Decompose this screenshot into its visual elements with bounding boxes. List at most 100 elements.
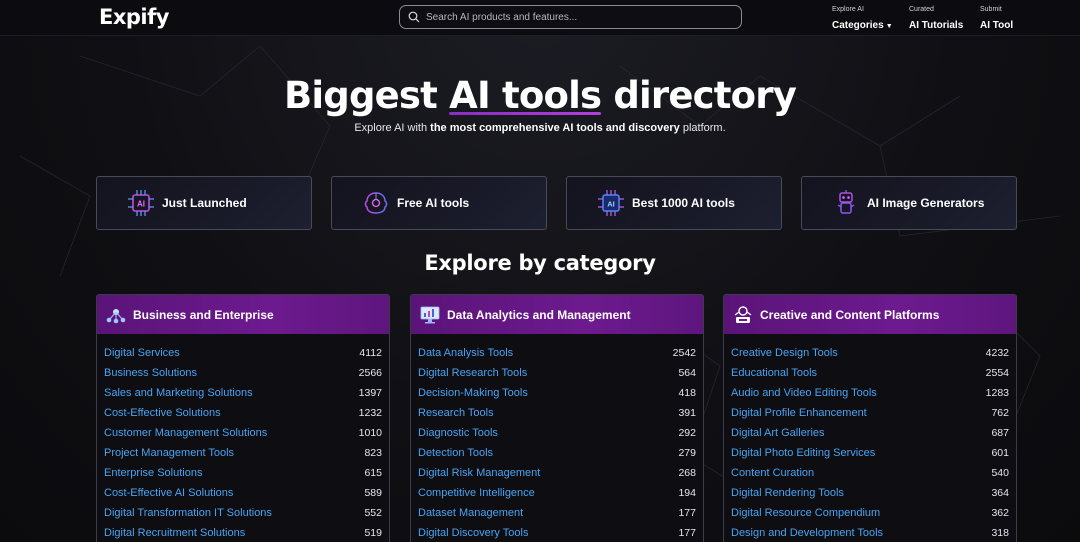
quick-link-label: Just Launched <box>162 196 247 210</box>
category-card-business: Business and Enterprise Digital Services… <box>96 294 390 542</box>
site-logo[interactable]: Expify <box>99 5 169 29</box>
ai-chip-icon: AI <box>125 187 157 219</box>
category-header[interactable]: Data Analytics and Management <box>411 295 703 334</box>
category-item-link[interactable]: Digital Resource Compendium <box>731 507 880 519</box>
nav-submit-label: AI Tool <box>980 20 1014 31</box>
category-item-row[interactable]: Creative Design Tools 4232 <box>731 343 1009 363</box>
quick-link-just-launched[interactable]: AI Just Launched <box>96 176 312 230</box>
category-item-row[interactable]: Digital Resource Compendium 362 <box>731 503 1009 523</box>
category-item-link[interactable]: Research Tools <box>418 407 494 419</box>
category-item-link[interactable]: Cost-Effective AI Solutions <box>104 487 233 499</box>
category-item-row[interactable]: Digital Art Galleries 687 <box>731 423 1009 443</box>
category-item-row[interactable]: Digital Rendering Tools 364 <box>731 483 1009 503</box>
category-item-row[interactable]: Business Solutions 2566 <box>104 363 382 383</box>
category-item-count: 687 <box>991 427 1009 439</box>
category-item-row[interactable]: Educational Tools 2554 <box>731 363 1009 383</box>
category-item-row[interactable]: Content Curation 540 <box>731 463 1009 483</box>
nav-categories-label: Categories <box>832 20 884 31</box>
category-item-row[interactable]: Customer Management Solutions 1010 <box>104 423 382 443</box>
category-header[interactable]: Business and Enterprise <box>97 295 389 334</box>
category-item-link[interactable]: Sales and Marketing Solutions <box>104 387 253 399</box>
category-item-link[interactable]: Audio and Video Editing Tools <box>731 387 877 399</box>
category-item-link[interactable]: Decision-Making Tools <box>418 387 528 399</box>
category-item-link[interactable]: Enterprise Solutions <box>104 467 202 479</box>
category-item-row[interactable]: Competitive Intelligence 194 <box>418 483 696 503</box>
category-item-link[interactable]: Competitive Intelligence <box>418 487 535 499</box>
nav-submit-tool[interactable]: Submit AI Tool <box>980 6 1013 32</box>
category-item-link[interactable]: Creative Design Tools <box>731 347 838 359</box>
category-item-link[interactable]: Data Analysis Tools <box>418 347 513 359</box>
category-item-row[interactable]: Enterprise Solutions 615 <box>104 463 382 483</box>
category-item-link[interactable]: Digital Rendering Tools <box>731 487 844 499</box>
category-item-row[interactable]: Audio and Video Editing Tools 1283 <box>731 383 1009 403</box>
category-item-link[interactable]: Digital Services <box>104 347 180 359</box>
search-bar[interactable] <box>399 5 742 29</box>
category-item-count: 362 <box>991 507 1009 519</box>
category-item-row[interactable]: Digital Transformation IT Solutions 552 <box>104 503 382 523</box>
hero-subtitle: Explore AI with the most comprehensive A… <box>0 122 1080 134</box>
hero-sub-prefix: Explore AI with <box>354 122 431 134</box>
category-item-row[interactable]: Detection Tools 279 <box>418 443 696 463</box>
category-item-row[interactable]: Sales and Marketing Solutions 1397 <box>104 383 382 403</box>
category-item-row[interactable]: Decision-Making Tools 418 <box>418 383 696 403</box>
category-item-link[interactable]: Detection Tools <box>418 447 493 459</box>
category-item-link[interactable]: Digital Recruitment Solutions <box>104 527 245 539</box>
category-item-row[interactable]: Digital Risk Management 268 <box>418 463 696 483</box>
category-item-row[interactable]: Digital Services 4112 <box>104 343 382 363</box>
category-item-count: 364 <box>991 487 1009 499</box>
quick-link-label: Free AI tools <box>397 196 470 210</box>
category-item-link[interactable]: Cost-Effective Solutions <box>104 407 221 419</box>
category-item-link[interactable]: Project Management Tools <box>104 447 234 459</box>
category-item-link[interactable]: Digital Discovery Tools <box>418 527 528 539</box>
quick-link-best-1000[interactable]: AI Best 1000 AI tools <box>566 176 782 230</box>
category-item-link[interactable]: Digital Profile Enhancement <box>731 407 867 419</box>
category-item-row[interactable]: Project Management Tools 823 <box>104 443 382 463</box>
category-item-link[interactable]: Content Curation <box>731 467 814 479</box>
category-item-row[interactable]: Digital Photo Editing Services 601 <box>731 443 1009 463</box>
category-item-count: 194 <box>678 487 696 499</box>
category-item-row[interactable]: Digital Discovery Tools 177 <box>418 523 696 542</box>
category-item-link[interactable]: Business Solutions <box>104 367 197 379</box>
category-item-count: 519 <box>364 527 382 539</box>
category-item-link[interactable]: Customer Management Solutions <box>104 427 267 439</box>
category-header[interactable]: Creative and Content Platforms <box>724 295 1016 334</box>
hero-title-accent: AI tools <box>449 74 602 117</box>
category-item-link[interactable]: Digital Research Tools <box>418 367 527 379</box>
quick-link-ai-image-generators[interactable]: AI Image Generators <box>801 176 1017 230</box>
category-item-count: 177 <box>678 527 696 539</box>
category-item-row[interactable]: Data Analysis Tools 2542 <box>418 343 696 363</box>
category-item-row[interactable]: Cost-Effective Solutions 1232 <box>104 403 382 423</box>
category-item-count: 1397 <box>358 387 382 399</box>
category-item-row[interactable]: Design and Development Tools 318 <box>731 523 1009 542</box>
category-item-link[interactable]: Diagnostic Tools <box>418 427 498 439</box>
hero-sub-suffix: platform. <box>679 122 726 134</box>
category-item-count: 4232 <box>985 347 1009 359</box>
nav-categories-caption: Explore AI <box>832 6 864 13</box>
nav-categories[interactable]: Explore AI Categories ▼ <box>832 6 893 32</box>
category-item-row[interactable]: Cost-Effective AI Solutions 589 <box>104 483 382 503</box>
category-item-row[interactable]: Dataset Management 177 <box>418 503 696 523</box>
category-item-link[interactable]: Digital Risk Management <box>418 467 540 479</box>
quick-link-free-ai-tools[interactable]: Free AI tools <box>331 176 547 230</box>
nav-ai-tutorials[interactable]: Curated AI Tutorials <box>909 6 963 32</box>
quick-link-label: AI Image Generators <box>867 196 985 210</box>
category-item-link[interactable]: Design and Development Tools <box>731 527 883 539</box>
category-item-link[interactable]: Educational Tools <box>731 367 817 379</box>
analytics-monitor-icon <box>419 304 441 326</box>
category-item-link[interactable]: Digital Photo Editing Services <box>731 447 875 459</box>
category-item-link[interactable]: Dataset Management <box>418 507 523 519</box>
category-item-row[interactable]: Diagnostic Tools 292 <box>418 423 696 443</box>
category-list: Data Analysis Tools 2542 Digital Research … <box>411 334 703 542</box>
nav-submit-caption: Submit <box>980 6 1002 13</box>
category-item-row[interactable]: Digital Recruitment Solutions 519 <box>104 523 382 542</box>
search-input[interactable] <box>426 11 726 23</box>
category-item-count: 2542 <box>672 347 696 359</box>
category-list: Creative Design Tools 4232 Educational Too… <box>724 334 1016 542</box>
category-item-link[interactable]: Digital Art Galleries <box>731 427 825 439</box>
category-item-link[interactable]: Digital Transformation IT Solutions <box>104 507 272 519</box>
category-item-row[interactable]: Digital Research Tools 564 <box>418 363 696 383</box>
category-title: Data Analytics and Management <box>447 307 631 322</box>
category-item-count: 279 <box>678 447 696 459</box>
category-item-row[interactable]: Research Tools 391 <box>418 403 696 423</box>
category-item-row[interactable]: Digital Profile Enhancement 762 <box>731 403 1009 423</box>
